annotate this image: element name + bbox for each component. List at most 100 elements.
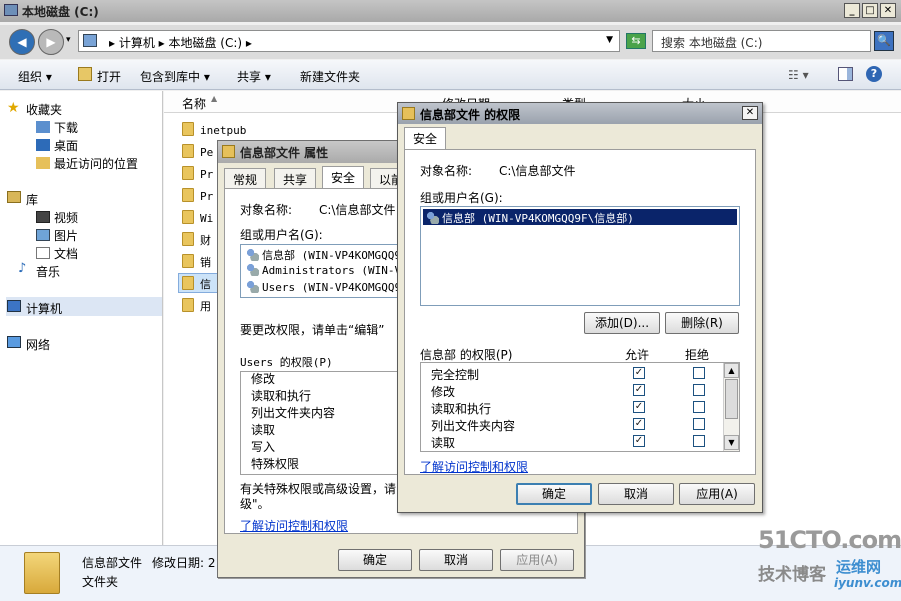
user-item-label: Administrators (WIN-VP — [262, 264, 408, 277]
allow-checkbox[interactable]: ✓ — [633, 435, 645, 447]
window-title: 本地磁盘 (C:) — [22, 5, 99, 19]
include-in-library-menu[interactable]: 包含到库中 ▾ — [140, 68, 210, 85]
allow-checkbox[interactable]: ✓ — [633, 418, 645, 430]
user-item[interactable]: Administrators (WIN-VP — [245, 264, 408, 277]
permissions-titlebar: 信息部文件 的权限 ✕ — [398, 103, 762, 124]
watermark-blog: 技术博客 — [758, 565, 826, 585]
folder-icon — [182, 276, 194, 290]
user-item[interactable]: 信息部 (WIN-VP4KOMGQQ9 — [245, 247, 401, 263]
folder-icon — [222, 145, 235, 158]
apply-button[interactable]: 应用(A) — [679, 483, 755, 505]
ok-button[interactable]: 确定 — [338, 549, 412, 571]
tab-general[interactable]: 常规 — [224, 168, 267, 188]
address-bar[interactable]: ▸ 计算机 ▸ 本地磁盘 (C:) ▸ ▼ — [78, 30, 620, 52]
close-button[interactable]: ✕ — [742, 106, 758, 120]
nav-favorites-label: 收藏夹 — [26, 103, 63, 117]
close-button[interactable]: ✕ — [880, 3, 896, 18]
deny-checkbox[interactable] — [693, 401, 705, 413]
file-name: Pr — [200, 168, 214, 181]
allow-checkbox[interactable]: ✓ — [633, 367, 645, 379]
file-row[interactable]: 销 — [182, 254, 211, 270]
scroll-thumb[interactable] — [725, 379, 738, 419]
nav-computer[interactable]: 计算机 — [7, 300, 62, 317]
perm-item: 读取和执行 — [251, 389, 312, 403]
nav-pictures[interactable]: 图片 — [36, 227, 78, 244]
access-control-link[interactable]: 了解访问控制和权限 — [240, 517, 348, 534]
view-options-icon[interactable]: ☷ ▾ — [788, 68, 809, 82]
address-dropdown-icon[interactable]: ▼ — [606, 35, 613, 45]
history-dropdown-icon[interactable]: ▾ — [66, 35, 71, 45]
refresh-icon[interactable]: ⇆ — [626, 33, 646, 49]
nav-favorites[interactable]: ★ 收藏夹 — [7, 100, 63, 118]
maximize-button[interactable]: □ — [862, 3, 878, 18]
perm-title: Users 的权限(P) — [240, 356, 333, 369]
user-item-label: 信息部 (WIN-VP4KOMGQQ9F\信息部) — [442, 212, 634, 225]
user-list[interactable]: 信息部 (WIN-VP4KOMGQQ9F\信息部) — [420, 206, 740, 306]
user-item[interactable]: Users (WIN-VP4KOMGQQ9F — [245, 281, 408, 294]
allow-checkbox[interactable]: ✓ — [633, 401, 645, 413]
cancel-button[interactable]: 取消 — [419, 549, 493, 571]
nav-libraries[interactable]: 库 — [7, 191, 38, 208]
object-name-value: C:\信息部文件 — [319, 203, 396, 217]
perm-name: 读取和执行 — [431, 402, 492, 416]
tab-sharing[interactable]: 共享 — [274, 168, 317, 188]
file-row[interactable]: 财 — [182, 232, 211, 248]
file-row[interactable]: 用 — [182, 298, 211, 314]
file-row[interactable]: Pr — [182, 188, 213, 203]
file-row[interactable]: inetpub — [182, 122, 246, 137]
tab-security[interactable]: 安全 — [404, 127, 447, 150]
nav-videos[interactable]: 视频 — [36, 209, 78, 226]
scroll-up-icon[interactable]: ▲ — [724, 363, 739, 378]
folder-icon — [402, 107, 415, 120]
security-panel: 对象名称: C:\信息部文件 组或用户名(G): 信息部 (WIN-VP4KOM… — [404, 149, 756, 475]
perm-name: 读取 — [431, 436, 456, 450]
perm-item: 列出文件夹内容 — [251, 406, 336, 420]
allow-checkbox[interactable]: ✓ — [633, 384, 645, 396]
file-row[interactable]: Wi — [182, 210, 213, 225]
access-control-link[interactable]: 了解访问控制和权限 — [420, 458, 528, 475]
deny-checkbox[interactable] — [693, 367, 705, 379]
share-menu[interactable]: 共享 ▾ — [237, 68, 271, 85]
group-label: 组或用户名(G): — [240, 228, 323, 242]
column-name[interactable]: 名称 — [182, 95, 206, 112]
nav-music[interactable]: ♪ 音乐 — [18, 261, 61, 280]
permission-scrollbar[interactable]: ▲ ▼ — [723, 363, 739, 451]
new-folder-button[interactable]: 新建文件夹 — [300, 68, 360, 85]
apply-button[interactable]: 应用(A) — [500, 549, 574, 571]
add-button[interactable]: 添加(D)... — [584, 312, 660, 334]
nav-desktop[interactable]: 桌面 — [36, 137, 78, 154]
file-name: 销 — [200, 256, 211, 269]
search-input[interactable]: 搜索 本地磁盘 (C:) — [652, 30, 871, 52]
file-row[interactable]: Pe — [182, 144, 213, 159]
organize-menu[interactable]: 组织 ▾ — [18, 68, 52, 85]
cancel-button[interactable]: 取消 — [598, 483, 674, 505]
picture-icon — [36, 229, 50, 241]
file-row-selected[interactable]: 信 — [182, 276, 211, 292]
scroll-down-icon[interactable]: ▼ — [724, 435, 739, 450]
deny-checkbox[interactable] — [693, 384, 705, 396]
user-item-selected[interactable]: 信息部 (WIN-VP4KOMGQQ9F\信息部) — [425, 210, 634, 226]
search-icon[interactable]: 🔍 — [874, 31, 894, 51]
nav-network[interactable]: 网络 — [7, 336, 50, 353]
file-name: inetpub — [200, 124, 247, 137]
deny-checkbox[interactable] — [693, 435, 705, 447]
tab-security[interactable]: 安全 — [322, 166, 365, 189]
user-list[interactable]: 信息部 (WIN-VP4KOMGQQ9 Administrators (WIN-… — [240, 244, 408, 298]
ok-button[interactable]: 确定 — [516, 483, 592, 505]
nav-downloads[interactable]: 下载 — [36, 119, 78, 136]
back-button[interactable]: ◀ — [9, 29, 35, 55]
file-row[interactable]: Pr — [182, 166, 213, 181]
preview-pane-icon[interactable] — [838, 67, 853, 81]
minimize-button[interactable]: _ — [844, 3, 860, 18]
object-name-label: 对象名称: — [240, 203, 293, 217]
sort-arrow-icon: ▲ — [211, 94, 218, 103]
nav-music-label: 音乐 — [36, 265, 61, 279]
deny-checkbox[interactable] — [693, 418, 705, 430]
forward-button[interactable]: ▶ — [38, 29, 64, 55]
watermark: 51CTO.com 技术博客 运维网 iyunv.com — [752, 526, 901, 598]
nav-recent[interactable]: 最近访问的位置 — [36, 155, 138, 172]
help-icon[interactable]: ? — [866, 66, 882, 82]
remove-button[interactable]: 删除(R) — [665, 312, 739, 334]
nav-documents[interactable]: 文档 — [36, 245, 78, 262]
open-button[interactable]: 打开 — [97, 68, 121, 85]
